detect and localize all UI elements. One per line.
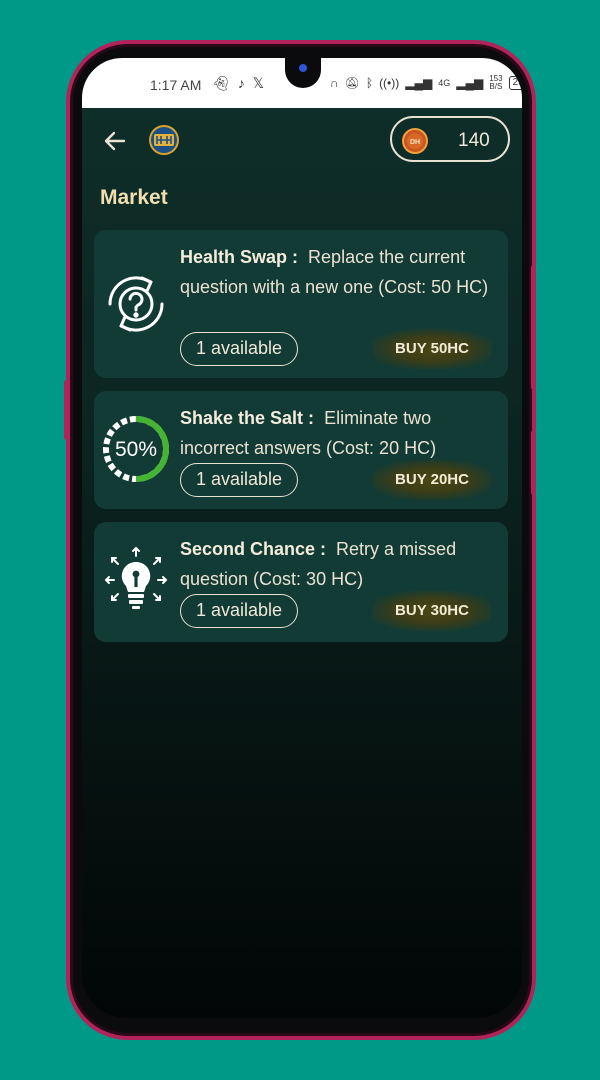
phone-side-button bbox=[531, 430, 536, 495]
bluetooth-icon: ᛒ bbox=[365, 76, 374, 90]
fifty-percent-label: 50% bbox=[115, 438, 157, 461]
headphones-icon: ∩ bbox=[330, 76, 339, 90]
mute-icon: 🔕︎ bbox=[344, 76, 360, 90]
app-header: DH 140 bbox=[82, 116, 522, 166]
item-name: Health Swap : bbox=[180, 247, 299, 267]
page-title: Market bbox=[100, 186, 168, 209]
coin-balance-pill[interactable]: DH 140 bbox=[390, 116, 510, 162]
app-logo-icon bbox=[149, 125, 179, 155]
x-icon: 𝕏 bbox=[252, 75, 265, 91]
buy-second-chance-button[interactable]: BUY 30HC bbox=[372, 591, 492, 631]
item-description: Second Chance : Retry a missed question … bbox=[180, 534, 496, 594]
signal-icon: ▂▄▆ bbox=[456, 76, 484, 90]
fifty-percent-icon: 50% bbox=[103, 416, 169, 482]
lightbulb-icon bbox=[104, 546, 168, 609]
question-swap-icon bbox=[108, 276, 164, 332]
item-name: Second Chance : bbox=[180, 539, 327, 559]
coin-label: DH bbox=[410, 139, 420, 146]
buy-health-swap-button[interactable]: BUY 50HC bbox=[372, 329, 492, 369]
tiktok-icon: ♪ bbox=[237, 75, 245, 91]
arrow-left-icon[interactable] bbox=[102, 128, 128, 154]
coin-balance: 140 bbox=[458, 130, 490, 151]
phone-side-button bbox=[64, 380, 69, 440]
status-bar: 1:17 AM 👻︎ ♪ 𝕏 ∩ 🔕︎ ᛒ ((•)) ▂▄▆ 4G ▂▄▆ 1… bbox=[82, 58, 522, 108]
network-speed: 153 B/S bbox=[489, 74, 503, 91]
battery-icon: 25 bbox=[508, 76, 522, 90]
app-screen: 1:17 AM 👻︎ ♪ 𝕏 ∩ 🔕︎ ᛒ ((•)) ▂▄▆ 4G ▂▄▆ 1… bbox=[82, 58, 522, 1018]
available-badge: 1 available bbox=[180, 463, 298, 497]
status-time: 1:17 AM bbox=[150, 77, 202, 93]
market-item-second-chance: Second Chance : Retry a missed question … bbox=[94, 522, 508, 642]
camera-notch bbox=[285, 58, 321, 88]
phone-side-button bbox=[531, 265, 536, 390]
available-badge: 1 available bbox=[180, 332, 298, 366]
available-badge: 1 available bbox=[180, 594, 298, 628]
snapchat-icon: 👻︎ bbox=[212, 75, 230, 91]
coin-icon: DH bbox=[402, 128, 428, 154]
item-description: Shake the Salt : Eliminate two incorrect… bbox=[180, 403, 496, 463]
front-camera bbox=[299, 64, 307, 72]
item-description: Health Swap : Replace the current questi… bbox=[180, 242, 496, 302]
market-item-health-swap: Health Swap : Replace the current questi… bbox=[94, 230, 508, 378]
hotspot-icon: ((•)) bbox=[379, 76, 400, 90]
network-type: 4G bbox=[438, 78, 451, 88]
buy-shake-the-salt-button[interactable]: BUY 20HC bbox=[372, 460, 492, 500]
signal-icon: ▂▄▆ bbox=[405, 76, 433, 90]
market-item-shake-the-salt: 50% Shake the Salt : Eliminate two incor… bbox=[94, 391, 508, 509]
item-name: Shake the Salt : bbox=[180, 408, 315, 428]
